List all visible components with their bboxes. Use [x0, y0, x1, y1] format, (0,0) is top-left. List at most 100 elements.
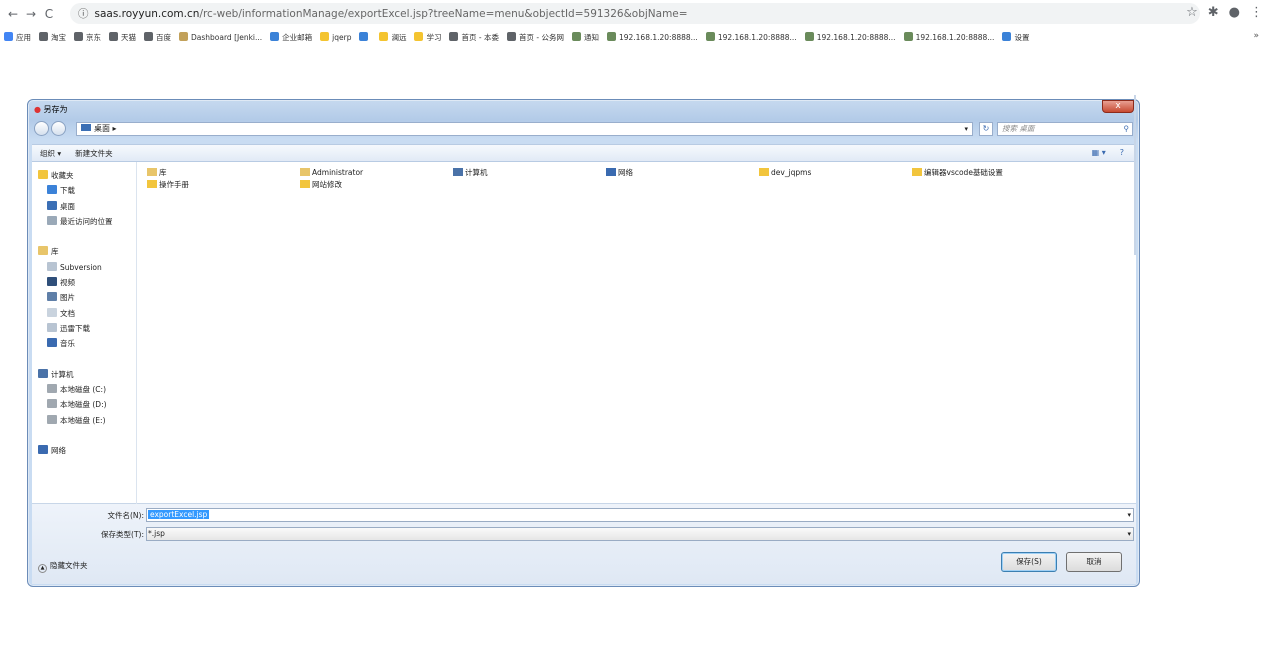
- reload-icon[interactable]: C: [40, 7, 58, 21]
- bookmarks-more-icon[interactable]: »: [1253, 31, 1259, 41]
- folder-icon: [300, 180, 310, 188]
- bookmark-item[interactable]: 学习: [414, 31, 441, 43]
- bookmark-item[interactable]: 企业邮箱: [270, 31, 313, 43]
- star-icon[interactable]: ☆: [1186, 5, 1198, 20]
- bookmark-item[interactable]: jqerp: [320, 32, 351, 42]
- bookmark-item[interactable]: 天猫: [109, 31, 136, 43]
- bookmark-icon: [4, 31, 13, 41]
- nav-item-label: 迅雷下载: [60, 323, 90, 333]
- nav-buttons: [34, 121, 66, 136]
- file-item[interactable]: 库: [147, 167, 167, 179]
- bookmark-item[interactable]: 应用: [4, 31, 31, 43]
- nav-item[interactable]: 桌面: [32, 199, 136, 214]
- file-item[interactable]: Administrator: [300, 167, 363, 179]
- chevron-down-icon[interactable]: ▾: [964, 123, 968, 135]
- bookmark-item[interactable]: 通知: [571, 31, 599, 43]
- bookmark-label: 应用: [16, 32, 31, 42]
- nav-item-icon: [47, 261, 57, 271]
- save-button[interactable]: 保存(S): [1001, 552, 1057, 572]
- nav-item[interactable]: 下载: [32, 183, 136, 198]
- bookmark-item[interactable]: 192.168.1.20:8888...: [606, 32, 698, 42]
- nav-item-label: 最近访问的位置: [60, 216, 113, 226]
- bookmark-icon: [449, 31, 459, 41]
- nav-item[interactable]: Subversion: [32, 260, 136, 275]
- back-icon[interactable]: ←: [4, 7, 22, 21]
- cancel-button[interactable]: 取消: [1066, 552, 1122, 572]
- bookmark-label: 首页 - 本委: [461, 32, 499, 42]
- folder-icon: [606, 168, 616, 176]
- bookmark-icon: [359, 32, 369, 41]
- nav-item[interactable]: 文档: [32, 306, 136, 321]
- bookmark-item[interactable]: 192.168.1.20:8888...: [804, 32, 896, 42]
- refresh-button[interactable]: ↻: [979, 122, 993, 136]
- file-item[interactable]: 计算机: [453, 167, 488, 179]
- nav-item[interactable]: 网络: [32, 443, 136, 458]
- forward-icon[interactable]: →: [22, 7, 40, 21]
- bookmark-item[interactable]: 百度: [144, 31, 171, 43]
- breadcrumb[interactable]: 桌面 ▸ ▾: [76, 122, 973, 136]
- nav-item[interactable]: 收藏夹: [32, 168, 136, 183]
- bookmark-item[interactable]: 192.168.1.20:8888...: [705, 32, 797, 42]
- bookmark-label: 天猫: [121, 32, 136, 42]
- hide-folders-toggle[interactable]: ▲ 隐藏文件夹: [38, 560, 88, 573]
- nav-item[interactable]: 图片: [32, 290, 136, 305]
- file-item[interactable]: 网络: [606, 167, 633, 179]
- filename-value: exportExcel.jsp: [148, 510, 210, 519]
- bookmark-item[interactable]: 首页 - 本委: [449, 31, 499, 43]
- nav-item[interactable]: 本地磁盘 (D:): [32, 397, 136, 412]
- folder-icon: [147, 180, 157, 188]
- bookmark-item[interactable]: 设置: [1002, 31, 1029, 43]
- chevron-down-icon[interactable]: ▾: [1127, 528, 1131, 540]
- nav-item[interactable]: 本地磁盘 (E:): [32, 413, 136, 428]
- nav-item[interactable]: 视频: [32, 275, 136, 290]
- bookmark-item[interactable]: [359, 32, 371, 42]
- nav-item-label: Subversion: [60, 262, 102, 272]
- nav-item-label: 计算机: [51, 369, 74, 379]
- filetype-value: *.jsp: [148, 529, 165, 538]
- bookmark-item[interactable]: 京东: [74, 31, 101, 43]
- profile-icon[interactable]: ●: [1229, 5, 1240, 20]
- nav-item[interactable]: 计算机: [32, 367, 136, 382]
- back-button[interactable]: [34, 121, 49, 136]
- nav-item[interactable]: 音乐: [32, 336, 136, 351]
- bookmark-icon: [705, 32, 715, 41]
- bookmark-item[interactable]: Dashboard [Jenki...: [179, 32, 262, 42]
- address-bar[interactable]: ⓘ saas.royyun.com.cn/rc-web/informationM…: [70, 3, 1200, 24]
- view-icon[interactable]: ▦ ▾: [1092, 148, 1106, 157]
- bookmark-item[interactable]: 192.168.1.20:8888...: [903, 32, 994, 42]
- file-item[interactable]: 网站修改: [300, 179, 342, 191]
- bookmark-item[interactable]: 澜远: [379, 31, 406, 43]
- file-item-label: 网络: [618, 168, 633, 177]
- file-item[interactable]: 编辑器vscode基础设置: [912, 167, 1003, 179]
- folder-icon: [453, 168, 463, 176]
- bookmark-item[interactable]: 淘宝: [39, 31, 66, 43]
- file-item[interactable]: dev_jqpms: [759, 167, 811, 179]
- new-folder-button[interactable]: 新建文件夹: [75, 148, 113, 159]
- chrome-icon: ●: [34, 105, 41, 114]
- nav-item-icon: [47, 338, 57, 348]
- nav-item[interactable]: 库: [32, 244, 136, 259]
- search-icon[interactable]: ⚲: [1124, 123, 1130, 135]
- chevron-down-icon[interactable]: ▾: [1127, 509, 1131, 521]
- nav-item-label: 文档: [60, 308, 75, 318]
- filename-field[interactable]: exportExcel.jsp ▾: [146, 508, 1134, 522]
- url-host: saas.royyun.com.cn: [94, 7, 200, 20]
- filetype-select[interactable]: *.jsp ▾: [146, 527, 1134, 541]
- nav-item[interactable]: 本地磁盘 (C:): [32, 382, 136, 397]
- organize-button[interactable]: 组织 ▾: [40, 148, 61, 159]
- bookmark-label: 企业邮箱: [282, 32, 313, 42]
- nav-item[interactable]: 迅雷下载: [32, 321, 136, 336]
- menu-icon[interactable]: ⋮: [1250, 5, 1263, 20]
- extensions-icon[interactable]: ✱: [1208, 5, 1219, 20]
- nav-item[interactable]: 最近访问的位置: [32, 214, 136, 229]
- file-item-label: 库: [159, 168, 167, 177]
- nav-item-icon: [38, 170, 48, 179]
- file-item[interactable]: 操作手册: [147, 179, 189, 191]
- info-icon[interactable]: ⓘ: [78, 6, 89, 21]
- bookmark-item[interactable]: 首页 - 公务网: [506, 31, 564, 43]
- collapse-icon: ▲: [38, 564, 47, 573]
- nav-item-label: 网络: [51, 446, 66, 456]
- help-icon[interactable]: ?: [1120, 148, 1124, 157]
- search-input[interactable]: 搜索 桌面 ⚲: [997, 122, 1133, 136]
- forward-button[interactable]: [51, 121, 66, 136]
